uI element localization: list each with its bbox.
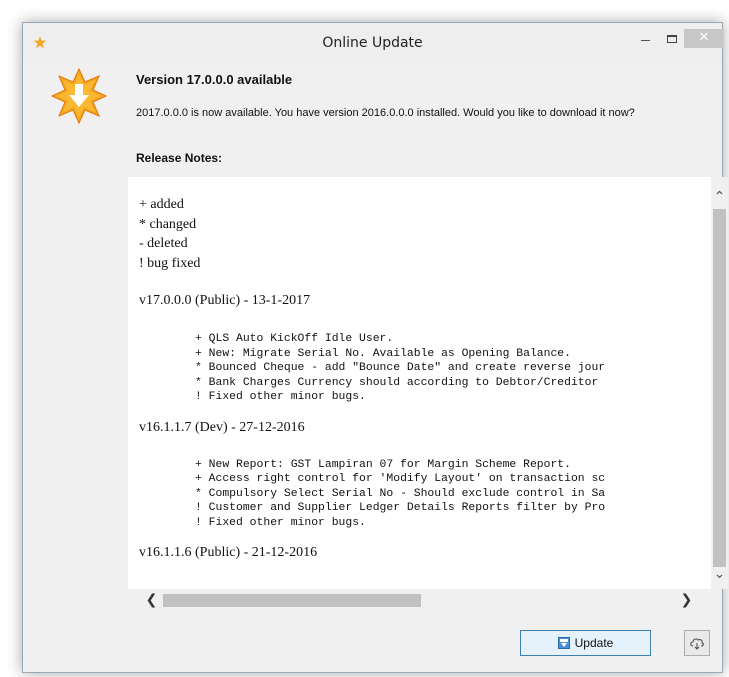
- version-entry-heading: v17.0.0.0 (Public) - 13-1-2017: [139, 293, 311, 308]
- version-heading: Version 17.0.0.0 available: [136, 72, 293, 87]
- release-notes-content: + added * changed - deleted ! bug fixed …: [139, 195, 699, 585]
- legend-added: + added: [139, 197, 184, 212]
- version-entry-heading: v16.1.1.7 (Dev) - 27-12-2016: [139, 419, 305, 435]
- version-entry-line: + QLS Auto KickOff Idle User.: [195, 333, 394, 345]
- version-entry-line: + Access right control for 'Modify Layou…: [195, 473, 606, 485]
- release-notes-label: Release Notes:: [136, 151, 223, 165]
- update-description: 2017.0.0.0 is now available. You have ve…: [136, 107, 635, 119]
- cloud-download-icon: [690, 638, 704, 650]
- version-entry-heading: v16.1.1.6 (Public) - 21-12-2016: [139, 545, 318, 560]
- version-entry-line: ! Customer and Supplier Ledger Details R…: [195, 502, 606, 514]
- close-icon: ✕: [698, 30, 710, 45]
- version-entry-line: * Bank Charges Currency should according…: [195, 376, 599, 389]
- version-entry-line: * Compulsory Select Serial No - Should e…: [195, 487, 606, 500]
- online-update-dialog: Online Update ✕ Version 17.0.0.0 availab…: [22, 22, 728, 673]
- vertical-scroll-thumb[interactable]: [713, 209, 726, 567]
- maximize-icon: [667, 35, 677, 43]
- minimize-button[interactable]: [640, 31, 654, 51]
- window-title: Online Update: [322, 35, 423, 51]
- maximize-button[interactable]: [667, 31, 681, 51]
- legend-bug-fixed: ! bug fixed: [139, 255, 201, 271]
- cloud-download-button[interactable]: [684, 630, 710, 656]
- update-icon: [557, 637, 570, 649]
- horizontal-scrollbar[interactable]: ❮ ❯: [128, 592, 711, 609]
- legend-changed: * changed: [139, 216, 197, 232]
- title-bar: Online Update ✕: [23, 23, 724, 63]
- release-notes-panel[interactable]: + added * changed - deleted ! bug fixed …: [128, 177, 711, 589]
- version-entry-line: + New: Migrate Serial No. Available as O…: [195, 347, 571, 360]
- scroll-up-arrow-icon[interactable]: ⌃: [711, 189, 728, 206]
- update-button[interactable]: Update: [520, 630, 651, 656]
- scroll-left-arrow-icon[interactable]: ❮: [143, 592, 160, 609]
- update-star-icon: [50, 67, 108, 125]
- version-entry-line: ! Fixed other minor bugs.: [195, 391, 366, 403]
- update-button-label: Update: [574, 636, 614, 650]
- vertical-scrollbar[interactable]: ⌃ ⌄: [711, 177, 728, 589]
- close-button[interactable]: ✕: [684, 29, 724, 48]
- minimize-icon: [641, 40, 650, 41]
- scroll-down-arrow-icon[interactable]: ⌄: [711, 566, 728, 583]
- horizontal-scroll-thumb[interactable]: [163, 594, 421, 607]
- scroll-right-arrow-icon[interactable]: ❯: [678, 592, 695, 609]
- version-entry-line: * Bounced Cheque - add "Bounce Date" and…: [195, 362, 606, 374]
- version-entry-line: ! Fixed other minor bugs.: [195, 516, 366, 529]
- legend-deleted: - deleted: [139, 236, 188, 251]
- version-entry-line: + New Report: GST Lampiran 07 for Margin…: [195, 458, 571, 471]
